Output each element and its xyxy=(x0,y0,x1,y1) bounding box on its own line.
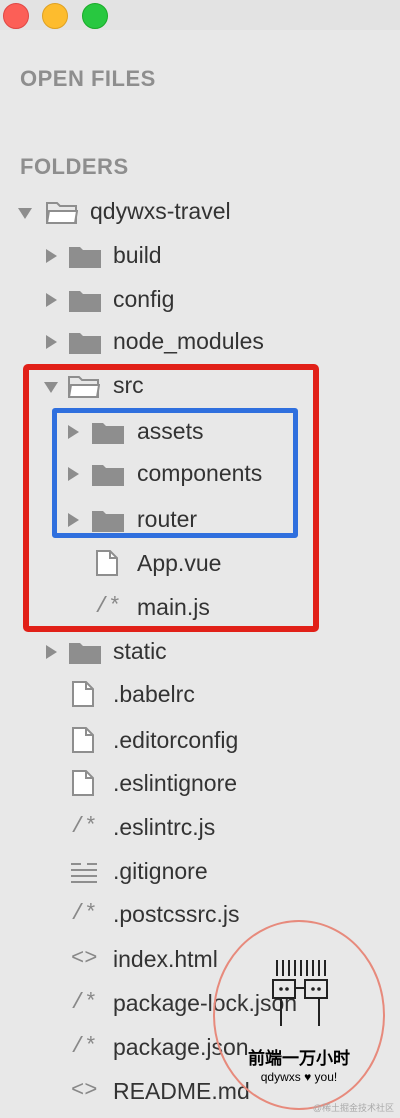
tree-item-label: .editorconfig xyxy=(113,727,239,753)
tree-item-label: config xyxy=(113,286,175,312)
close-window-button[interactable] xyxy=(3,3,29,29)
tree-item-label: .postcssrc.js xyxy=(113,901,240,927)
chevron-right-icon[interactable] xyxy=(46,645,57,659)
folders-heading: FOLDERS xyxy=(20,154,129,179)
tree-item-label: .gitignore xyxy=(113,858,208,884)
chevron-down-icon[interactable] xyxy=(18,208,32,219)
tree-item-gitignore[interactable]: .gitignore xyxy=(0,852,400,892)
tree-item-postcssrc[interactable]: /* .postcssrc.js xyxy=(0,895,400,935)
tree-item-config[interactable]: config xyxy=(0,280,400,320)
chevron-right-icon[interactable] xyxy=(46,249,57,263)
tree-item-babelrc[interactable]: .babelrc xyxy=(0,675,400,715)
code-icon: <> xyxy=(71,946,98,971)
tree-item-eslintrc[interactable]: /* .eslintrc.js xyxy=(0,808,400,848)
file-icon xyxy=(72,770,94,796)
tree-item-qdywxs-travel[interactable]: qdywxs-travel xyxy=(0,192,400,232)
tree-item-build[interactable]: build xyxy=(0,236,400,276)
folder-open-icon xyxy=(46,202,78,224)
tree-item-editorconfig[interactable]: .editorconfig xyxy=(0,721,400,761)
tree-item-eslintignore[interactable]: .eslintignore xyxy=(0,764,400,804)
tree-item-label: static xyxy=(113,638,167,664)
mascot-icon xyxy=(272,960,328,1026)
stamp-subtitle: qdywxs ♥ you! xyxy=(260,1070,338,1084)
folder-icon xyxy=(69,333,101,354)
folder-icon xyxy=(69,643,101,664)
comment-icon: /* xyxy=(71,814,98,839)
comment-icon: /* xyxy=(71,1034,98,1059)
file-icon xyxy=(72,681,94,707)
code-icon: <> xyxy=(71,1078,98,1103)
highlight-box-subfolders xyxy=(52,408,298,538)
watermark: @稀土掘金技术社区 xyxy=(312,1103,394,1113)
tree-item-label: build xyxy=(113,242,162,268)
minimize-window-button[interactable] xyxy=(42,3,68,29)
tree-item-node-modules[interactable]: node_modules xyxy=(0,322,400,362)
tree-item-label: .babelrc xyxy=(113,681,195,707)
file-icon xyxy=(72,727,94,753)
tree-item-label: qdywxs-travel xyxy=(90,198,231,224)
chevron-right-icon[interactable] xyxy=(46,335,57,349)
lines-icon xyxy=(71,863,97,883)
tree-item-static[interactable]: static xyxy=(0,632,400,672)
comment-icon: /* xyxy=(71,901,98,926)
zoom-window-button[interactable] xyxy=(82,3,108,29)
folder-icon xyxy=(69,247,101,268)
tree-item-label: node_modules xyxy=(113,328,264,354)
tree-item-label: index.html xyxy=(113,946,218,972)
chevron-right-icon[interactable] xyxy=(46,293,57,307)
tree-item-label: .eslintrc.js xyxy=(113,814,216,840)
stamp-title: 前端一万小时 xyxy=(248,1049,350,1068)
author-stamp: 前端一万小时 qdywxs ♥ you! xyxy=(213,920,385,1110)
comment-icon: /* xyxy=(71,990,98,1015)
tree-item-label: .eslintignore xyxy=(113,770,238,796)
window-titlebar xyxy=(0,0,400,30)
folder-icon xyxy=(69,291,101,312)
open-files-heading: OPEN FILES xyxy=(20,66,156,91)
